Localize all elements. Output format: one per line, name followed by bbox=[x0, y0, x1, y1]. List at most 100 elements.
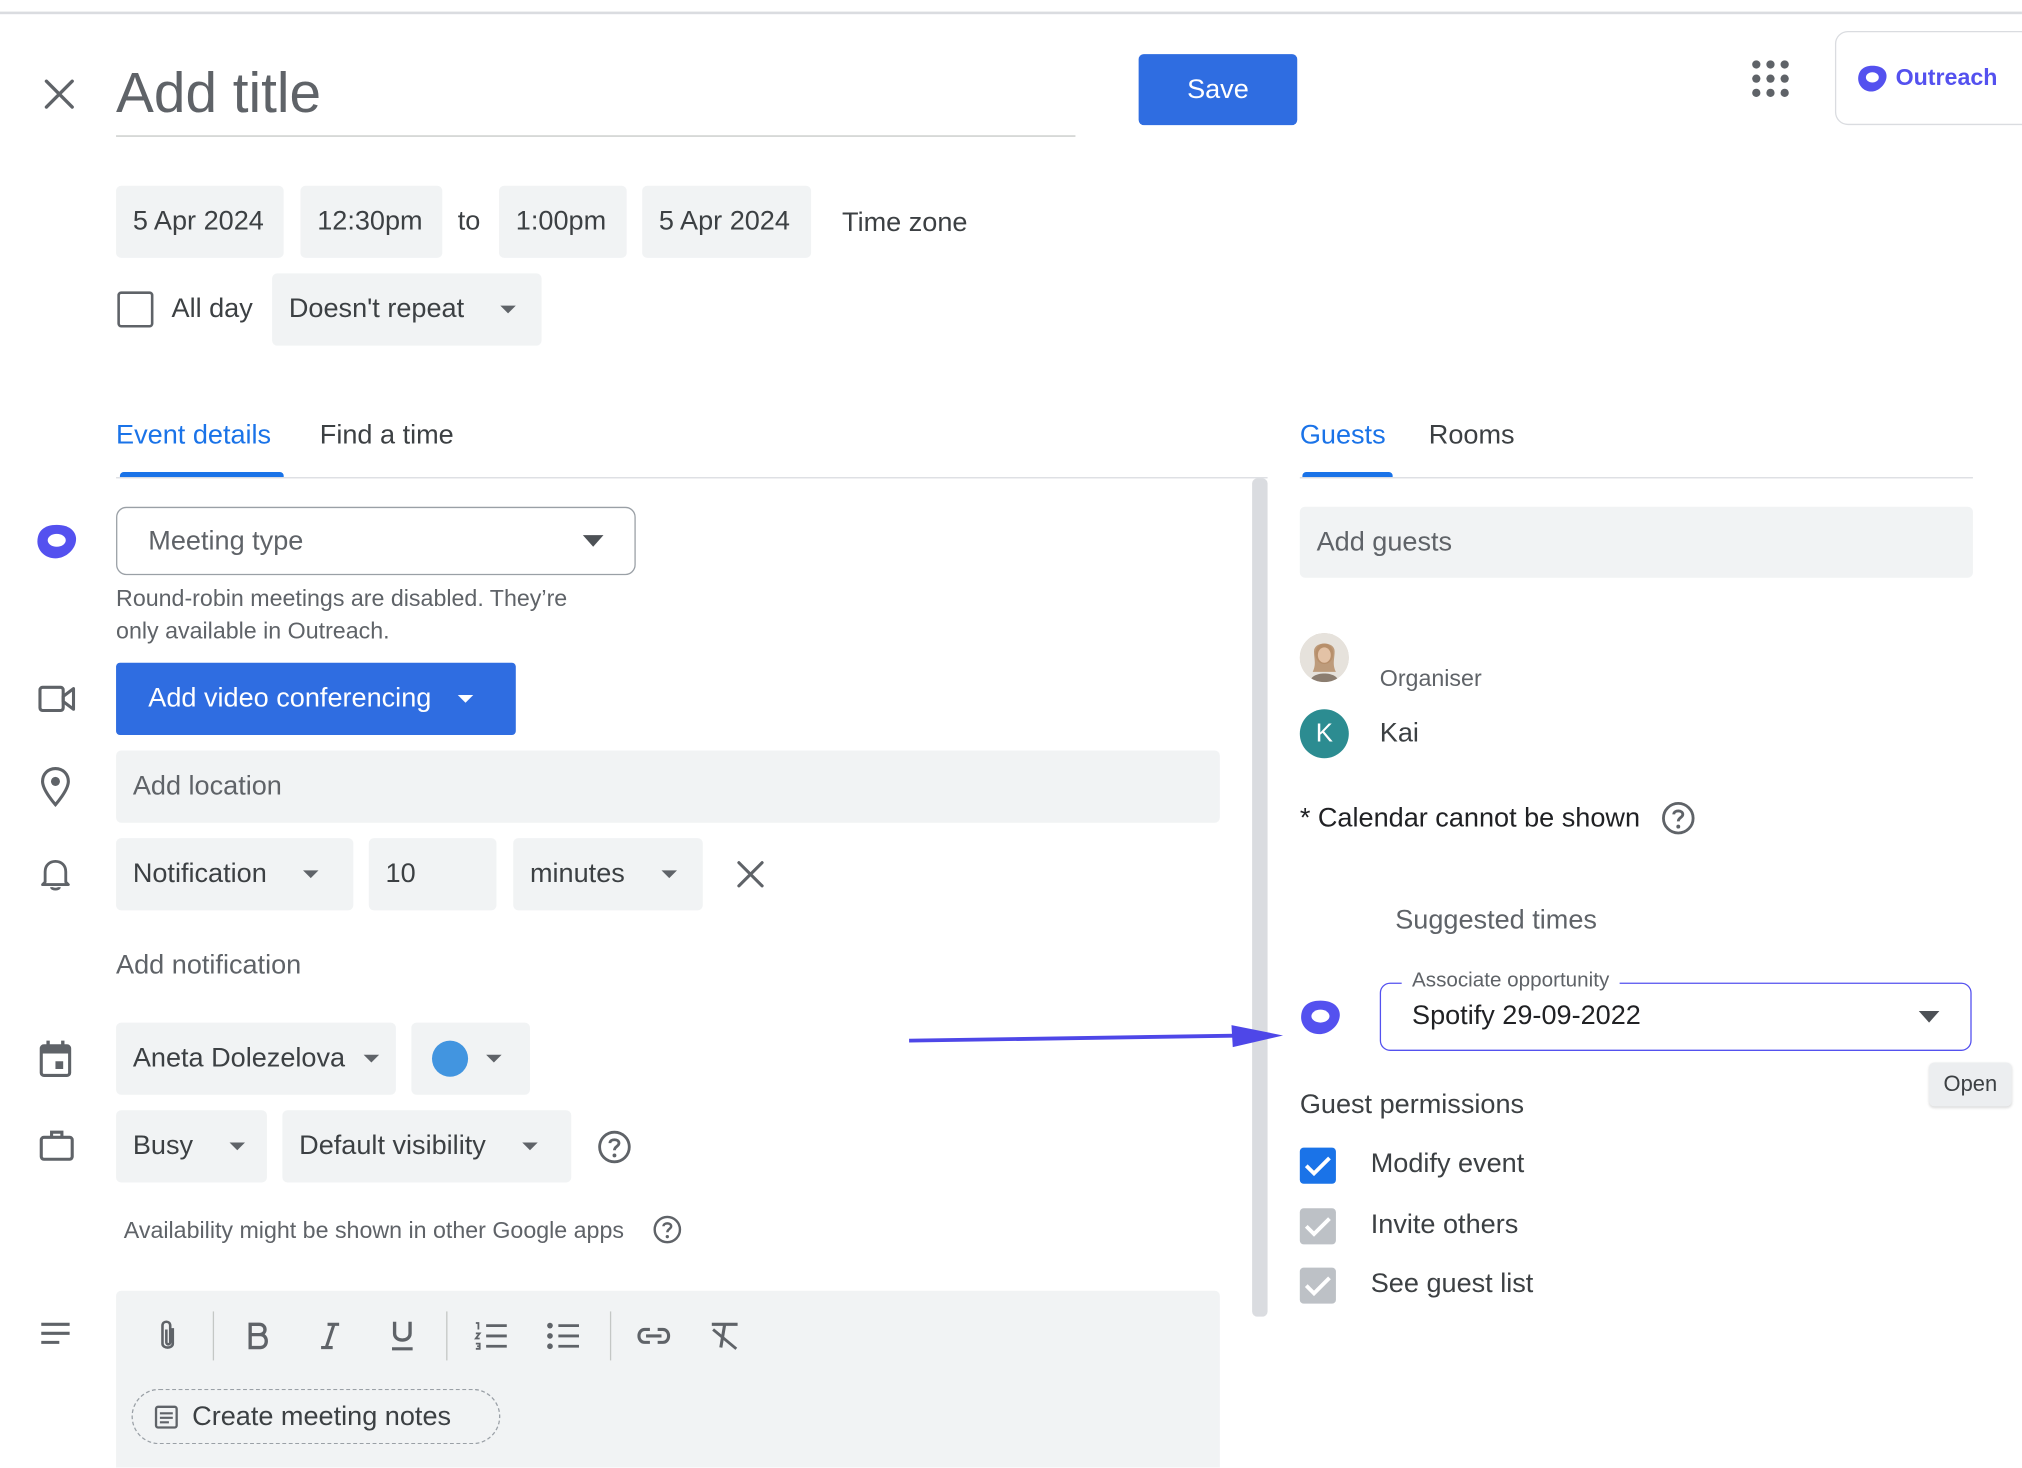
underline-icon[interactable] bbox=[384, 1315, 420, 1356]
organiser-avatar bbox=[1299, 633, 1349, 683]
help-icon[interactable] bbox=[652, 1215, 682, 1245]
event-color-select[interactable] bbox=[411, 1022, 530, 1095]
calendar-icon bbox=[39, 1039, 73, 1078]
time-zone-link[interactable]: Time zone bbox=[842, 187, 967, 259]
top-divider bbox=[0, 11, 2022, 15]
calendar-owner-select[interactable]: Aneta Dolezelova bbox=[116, 1022, 396, 1095]
color-swatch bbox=[431, 1040, 469, 1077]
link-icon[interactable] bbox=[634, 1315, 673, 1356]
start-time[interactable]: 12:30pm bbox=[300, 185, 443, 258]
add-guests-input[interactable]: Add guests bbox=[1299, 506, 1973, 578]
all-day-label: All day bbox=[171, 294, 253, 324]
tab-event-details[interactable]: Event details bbox=[116, 420, 271, 451]
chevron-down-icon bbox=[660, 870, 677, 879]
guest-name: Kai bbox=[1379, 718, 1419, 748]
tab-rooms[interactable]: Rooms bbox=[1429, 420, 1515, 451]
permission-label: Invite others bbox=[1370, 1209, 1519, 1240]
annotation-arrow-icon bbox=[903, 1019, 1290, 1064]
clear-formatting-icon[interactable] bbox=[705, 1315, 744, 1356]
start-date[interactable]: 5 Apr 2024 bbox=[116, 185, 284, 258]
notification-unit-select[interactable]: minutes bbox=[513, 838, 703, 911]
organiser-label: Organiser bbox=[1379, 665, 1482, 692]
availability-hint: Availability might be shown in other Goo… bbox=[123, 1217, 624, 1244]
bulleted-list-icon[interactable] bbox=[544, 1315, 583, 1356]
tabs-divider bbox=[116, 477, 1268, 479]
briefcase-icon bbox=[39, 1128, 75, 1162]
suggested-times-link[interactable]: Suggested times bbox=[1395, 905, 1597, 936]
guest-permissions-title: Guest permissions bbox=[1299, 1089, 1525, 1120]
chevron-down-icon bbox=[229, 1142, 245, 1151]
document-icon bbox=[153, 1404, 179, 1430]
end-time[interactable]: 1:00pm bbox=[499, 185, 627, 258]
notification-type-value: Notification bbox=[132, 858, 267, 889]
tab-guests[interactable]: Guests bbox=[1300, 420, 1386, 451]
busy-select[interactable]: Busy bbox=[116, 1110, 267, 1183]
attachment-icon[interactable] bbox=[150, 1315, 186, 1356]
italic-icon[interactable] bbox=[312, 1315, 348, 1356]
meeting-type-select[interactable]: Meeting type bbox=[116, 506, 636, 576]
video-camera-icon bbox=[37, 683, 76, 714]
meeting-type-hint-line1: Round-robin meetings are disabled. They’… bbox=[116, 585, 568, 612]
busy-value: Busy bbox=[132, 1130, 194, 1161]
tabs-divider bbox=[1299, 477, 1973, 479]
outreach-icon bbox=[1300, 999, 1341, 1035]
chevron-down-icon bbox=[302, 870, 319, 879]
bell-icon bbox=[40, 856, 71, 892]
chevron-down-icon[interactable] bbox=[457, 695, 473, 703]
bold-icon[interactable] bbox=[240, 1315, 276, 1356]
help-icon[interactable] bbox=[597, 1130, 632, 1165]
create-meeting-notes-button[interactable]: Create meeting notes bbox=[131, 1388, 501, 1445]
permission-label: See guest list bbox=[1370, 1268, 1534, 1299]
calendar-note: * Calendar cannot be shown bbox=[1299, 803, 1641, 834]
invite-others-checkbox[interactable] bbox=[1299, 1208, 1336, 1245]
calendar-owner-value: Aneta Dolezelova bbox=[132, 1043, 346, 1073]
add-notification-link[interactable]: Add notification bbox=[116, 948, 301, 984]
repeat-select[interactable]: Doesn't repeat bbox=[272, 273, 542, 346]
title-input[interactable]: Add title bbox=[116, 57, 1076, 137]
help-icon[interactable] bbox=[1661, 801, 1696, 836]
end-date[interactable]: 5 Apr 2024 bbox=[642, 185, 812, 258]
outreach-icon bbox=[36, 524, 77, 560]
outreach-logo-icon bbox=[1857, 64, 1888, 92]
numbered-list-icon[interactable] bbox=[472, 1315, 511, 1356]
see-guest-list-checkbox[interactable] bbox=[1299, 1267, 1336, 1304]
modify-event-checkbox[interactable] bbox=[1299, 1147, 1336, 1184]
close-icon[interactable] bbox=[43, 77, 77, 111]
remove-notification-icon[interactable] bbox=[736, 860, 764, 888]
toolbar-separator bbox=[609, 1311, 612, 1361]
outreach-button[interactable]: Outreach bbox=[1834, 30, 2022, 126]
dropdown-arrow-icon[interactable] bbox=[1918, 1010, 1940, 1023]
video-button-label: Add video conferencing bbox=[148, 683, 432, 714]
notification-amount-input[interactable]: 10 bbox=[368, 838, 497, 911]
to-label: to bbox=[457, 206, 481, 236]
visibility-select[interactable]: Default visibility bbox=[282, 1110, 572, 1183]
chevron-down-icon bbox=[521, 1142, 538, 1151]
description-lines-icon bbox=[39, 1320, 73, 1346]
notification-unit-value: minutes bbox=[529, 858, 625, 889]
chevron-down-icon bbox=[500, 305, 516, 314]
location-input[interactable]: Add location bbox=[116, 750, 1220, 823]
meeting-type-placeholder: Meeting type bbox=[148, 525, 304, 556]
outreach-label: Outreach bbox=[1895, 64, 1998, 91]
create-notes-label: Create meeting notes bbox=[192, 1401, 452, 1431]
repeat-value: Doesn't repeat bbox=[288, 294, 465, 324]
save-button[interactable]: Save bbox=[1138, 54, 1298, 126]
chevron-down-icon bbox=[486, 1054, 502, 1063]
dropdown-arrow-icon bbox=[582, 535, 604, 547]
meeting-type-hint-line2: only available in Outreach. bbox=[116, 617, 390, 644]
toolbar-separator bbox=[446, 1311, 448, 1361]
scrollbar[interactable] bbox=[1252, 478, 1268, 1317]
open-tooltip: Open bbox=[1929, 1062, 2012, 1107]
notification-type-select[interactable]: Notification bbox=[116, 838, 354, 911]
associate-opportunity-label: Associate opportunity bbox=[1401, 969, 1620, 993]
tab-find-a-time[interactable]: Find a time bbox=[320, 420, 454, 451]
add-video-conferencing-button[interactable]: Add video conferencing bbox=[116, 662, 516, 736]
guest-avatar: K bbox=[1299, 709, 1349, 759]
location-pin-icon bbox=[40, 766, 71, 807]
all-day-checkbox[interactable] bbox=[117, 291, 154, 328]
apps-grid-icon[interactable] bbox=[1751, 59, 1790, 98]
associate-opportunity-value: Spotify 29-09-2022 bbox=[1412, 1000, 1641, 1031]
toolbar-separator bbox=[212, 1311, 215, 1361]
chevron-down-icon bbox=[363, 1054, 379, 1063]
permission-label: Modify event bbox=[1370, 1148, 1525, 1179]
